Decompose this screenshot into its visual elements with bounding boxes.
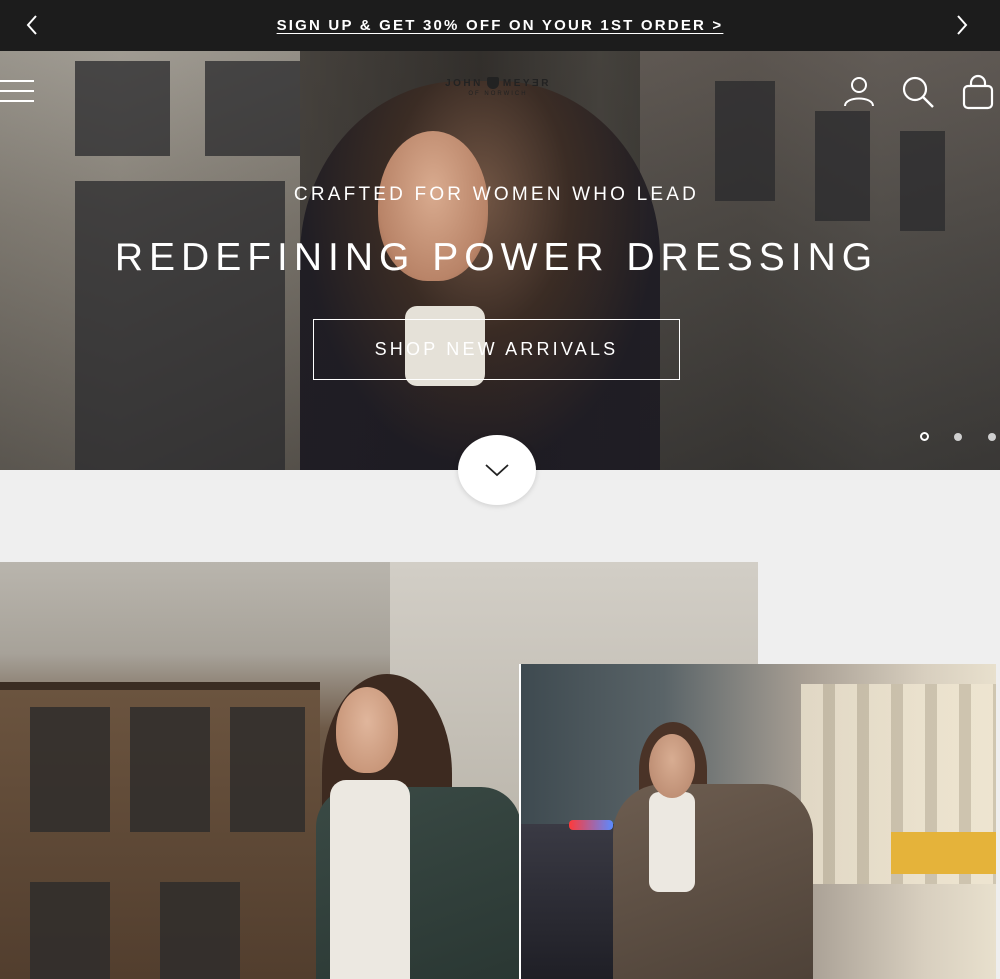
shop-new-arrivals-button[interactable]: SHOP NEW ARRIVALS	[313, 319, 680, 380]
search-icon[interactable]	[900, 74, 936, 110]
announcement-link[interactable]: SIGN UP & GET 30% OFF ON YOUR 1ST ORDER …	[277, 17, 724, 34]
door-pane	[30, 707, 110, 832]
chevron-down-icon	[485, 464, 509, 477]
model-face	[649, 734, 695, 798]
hero-window	[715, 81, 775, 201]
chevron-right-icon[interactable]	[950, 13, 974, 37]
model-trench-coat	[613, 784, 813, 979]
emergency-light	[569, 820, 613, 830]
hero-doorway	[75, 181, 285, 470]
model-white-sweater	[649, 792, 695, 892]
model-white-sweater	[330, 780, 410, 979]
street-sign	[891, 832, 996, 874]
door-pane	[30, 882, 110, 979]
door-pane	[130, 707, 210, 832]
brand-logo[interactable]: JOHN MEYƎR OF NORWICH	[440, 77, 556, 107]
logo-brand-first: JOHN	[445, 77, 483, 89]
hero-window	[205, 61, 300, 156]
logo-tagline: OF NORWICH	[468, 91, 528, 97]
announcement-bar: SIGN UP & GET 30% OFF ON YOUR 1ST ORDER …	[0, 0, 1000, 51]
bag-icon[interactable]	[960, 74, 996, 110]
hero-window	[75, 61, 170, 156]
hero-window	[900, 131, 945, 231]
door-pane	[230, 707, 305, 832]
logo-brand-second: MEYƎR	[502, 77, 551, 89]
menu-icon[interactable]	[0, 78, 34, 104]
logo-mark-icon	[486, 77, 499, 89]
hero-title: REDEFINING POWER DRESSING	[114, 236, 879, 279]
slide-dot-2[interactable]	[954, 433, 962, 441]
model-face	[336, 687, 398, 773]
chevron-left-icon[interactable]	[20, 13, 44, 37]
hero-subtitle: CRAFTED FOR WOMEN WHO LEAD	[293, 184, 700, 205]
editorial-photo-right[interactable]	[519, 664, 996, 979]
slide-dot-3[interactable]	[988, 433, 996, 441]
account-icon[interactable]	[842, 74, 876, 108]
door-pane	[160, 882, 240, 979]
scroll-down-button[interactable]	[458, 435, 536, 505]
slide-dot-1[interactable]	[920, 432, 929, 441]
